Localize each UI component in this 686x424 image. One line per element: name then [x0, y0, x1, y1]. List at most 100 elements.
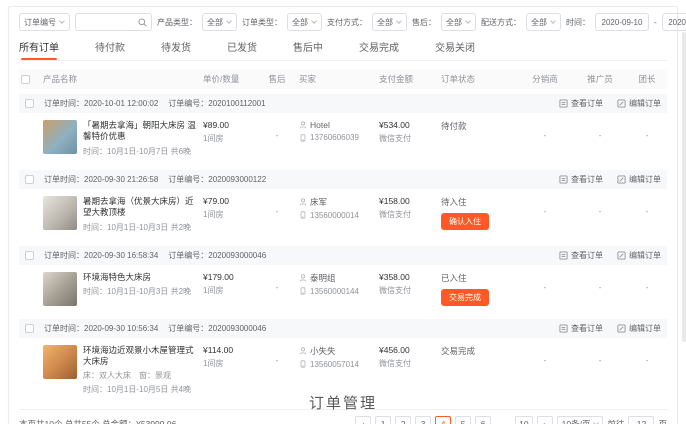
- date-from-input[interactable]: 2020-09-10: [595, 13, 649, 31]
- tab-all-orders[interactable]: 所有订单: [19, 39, 59, 60]
- view-order-label: 查看订单: [571, 174, 603, 185]
- order-time: 2020-10-01 12:00:02: [84, 99, 158, 108]
- edit-order-label: 编辑订单: [629, 250, 661, 261]
- date-separator: -: [654, 18, 657, 27]
- search-type-select[interactable]: 订单编号: [19, 13, 70, 31]
- page-button-6[interactable]: 6: [475, 416, 491, 424]
- user-icon: [299, 121, 307, 129]
- user-icon: [299, 347, 307, 355]
- aftersale-cell: -: [257, 196, 297, 216]
- order-status: 交易完成: [441, 345, 515, 357]
- goto-label: 前往: [607, 418, 624, 424]
- header-price-qty: 单价/数量: [201, 73, 257, 85]
- page-caption: 订单管理: [0, 392, 686, 413]
- goto-page-input[interactable]: [628, 416, 654, 424]
- edit-order-button[interactable]: 编辑订单: [617, 250, 661, 261]
- product-title: 暑期去拿海（优景大床房）近望大教顶楼: [83, 196, 199, 219]
- user-icon: [299, 274, 307, 282]
- order-group-header: 订单时间：2020-09-30 16:58:34 订单编号：2020093000…: [19, 246, 667, 265]
- tab-pending-payment[interactable]: 待付款: [95, 39, 125, 60]
- order-row: 暑期去拿海（优景大床房）近望大教顶楼 时间：10月1日-10月3日 共2晚 ¥7…: [19, 189, 667, 241]
- page-button-1[interactable]: 1: [375, 416, 391, 424]
- tab-shipped[interactable]: 已发货: [227, 39, 257, 60]
- order-group-header: 订单时间：2020-10-01 12:00:02 订单编号：2020100112…: [19, 94, 667, 113]
- pay-amount: ¥534.00: [379, 120, 437, 130]
- tab-pending-shipment[interactable]: 待发货: [161, 39, 191, 60]
- order-status: 待付款: [441, 120, 515, 132]
- buyer-name: 床军: [310, 196, 327, 208]
- pay-method: 微信支付: [379, 209, 437, 220]
- order-type-select[interactable]: 全部: [287, 13, 322, 31]
- buyer-phone: 13760606039: [310, 133, 359, 142]
- user-icon: [299, 198, 307, 206]
- aftersale-select[interactable]: 全部: [441, 13, 476, 31]
- row-checkbox[interactable]: [25, 251, 34, 260]
- tab-closed[interactable]: 交易关闭: [435, 39, 475, 60]
- select-all-checkbox[interactable]: [21, 75, 30, 84]
- filter-label-aftersale: 售后：: [412, 17, 436, 28]
- buyer-name: 泰明组: [310, 272, 336, 284]
- view-order-button[interactable]: 查看订单: [559, 98, 603, 109]
- filter-label-product-type: 产品类型：: [157, 17, 197, 28]
- page-size-select[interactable]: 10条/页: [557, 416, 604, 424]
- complete-trade-button[interactable]: 交易完成: [441, 289, 489, 306]
- filter-label-pay-method: 支付方式：: [327, 17, 367, 28]
- page-button-5[interactable]: 5: [455, 416, 471, 424]
- search-icon[interactable]: [138, 18, 147, 27]
- scrollbar[interactable]: [682, 32, 686, 342]
- product-type-select[interactable]: 全部: [202, 13, 237, 31]
- page-button-2[interactable]: 2: [395, 416, 411, 424]
- delivery-select[interactable]: 全部: [526, 13, 561, 31]
- chevron-down-icon: [550, 18, 556, 24]
- order-type-value: 全部: [292, 17, 308, 28]
- product-date-range: 时间：10月1日-10月7日 共6晚: [83, 146, 199, 157]
- pay-amount: ¥456.00: [379, 345, 437, 355]
- order-time: 2020-09-30 21:26:58: [84, 175, 158, 184]
- pay-method: 微信支付: [379, 358, 437, 369]
- date-to-input[interactable]: 2020-09-25: [662, 13, 686, 31]
- pay-method-select[interactable]: 全部: [372, 13, 407, 31]
- phone-icon: [299, 360, 307, 368]
- view-order-icon: [559, 99, 568, 108]
- next-page-button[interactable]: ›: [537, 416, 553, 424]
- unit-price: ¥114.00: [203, 345, 255, 355]
- prev-page-button[interactable]: ‹: [355, 416, 371, 424]
- confirm-checkin-button[interactable]: 确认入住: [441, 213, 489, 230]
- row-checkbox[interactable]: [25, 324, 34, 333]
- unit-price: ¥79.00: [203, 196, 255, 206]
- order-no-label: 订单编号：: [168, 251, 208, 260]
- page-button-10[interactable]: 10: [515, 416, 532, 424]
- order-time-label: 订单时间：: [44, 324, 84, 333]
- pagination: ‹ 1 2 3 4 5 6 … 10 › 10条/页 前往 页: [355, 416, 667, 424]
- row-checkbox[interactable]: [25, 99, 34, 108]
- orders-panel: 订单编号 产品类型： 全部 订单类型： 全部 支付方式：: [8, 6, 678, 424]
- edit-order-button[interactable]: 编辑订单: [617, 98, 661, 109]
- row-checkbox[interactable]: [25, 175, 34, 184]
- header-aftersale: 售后: [257, 73, 297, 85]
- order-status: 待入住: [441, 196, 515, 208]
- order-time: 2020-09-30 10:56:34: [84, 324, 158, 333]
- pay-amount: ¥158.00: [379, 196, 437, 206]
- view-order-button[interactable]: 查看订单: [559, 250, 603, 261]
- buyer-phone: 13560000014: [310, 211, 359, 220]
- product-type-value: 全部: [207, 17, 223, 28]
- unit-price: ¥89.00: [203, 120, 255, 130]
- view-order-button[interactable]: 查看订单: [559, 323, 603, 334]
- view-order-icon: [559, 175, 568, 184]
- view-order-button[interactable]: 查看订单: [559, 174, 603, 185]
- search-input[interactable]: [80, 18, 138, 27]
- edit-order-button[interactable]: 编辑订单: [617, 174, 661, 185]
- page-button-4-active[interactable]: 4: [435, 416, 451, 424]
- order-no-label: 订单编号：: [168, 175, 208, 184]
- view-order-label: 查看订单: [571, 323, 603, 334]
- header-product: 产品名称: [41, 73, 201, 85]
- tab-aftersale[interactable]: 售后中: [293, 39, 323, 60]
- edit-order-button[interactable]: 编辑订单: [617, 323, 661, 334]
- page-size-value: 10条/页: [562, 418, 591, 424]
- order-no: 2020093000122: [208, 175, 266, 184]
- filter-bar: 订单编号 产品类型： 全部 订单类型： 全部 支付方式：: [19, 7, 667, 37]
- page-button-3[interactable]: 3: [415, 416, 431, 424]
- aftersale-cell: -: [257, 120, 297, 140]
- tab-completed[interactable]: 交易完成: [359, 39, 399, 60]
- edit-order-icon: [617, 99, 626, 108]
